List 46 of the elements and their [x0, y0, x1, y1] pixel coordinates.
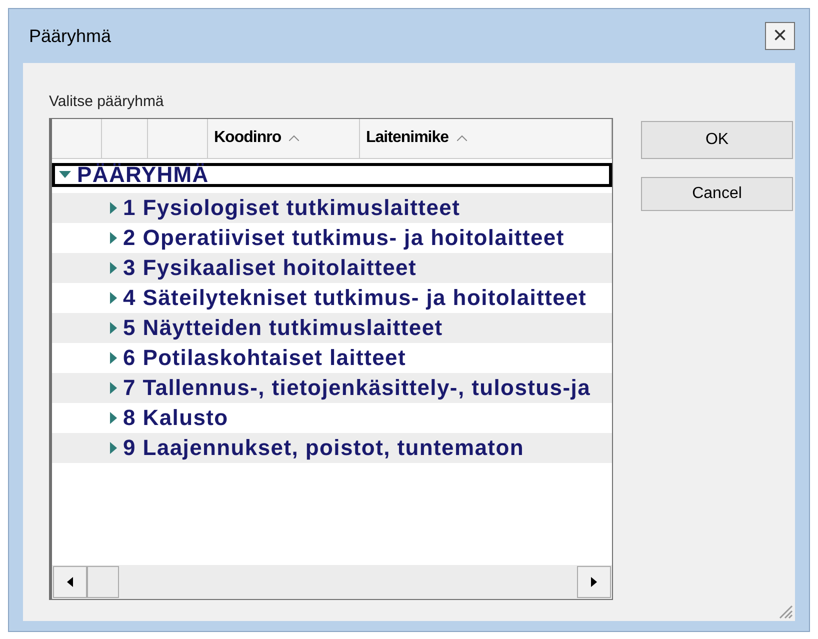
arrow-right-icon — [591, 576, 597, 586]
tree-row[interactable]: 2 Operatiiviset tutkimus- ja hoitolaitteet — [52, 222, 612, 252]
tree-row-label: 6 Potilaskohtaiset laitteet — [123, 346, 406, 368]
tree-row-label: PÄÄRYHMÄ — [77, 164, 209, 186]
tree-row-label: 9 Laajennukset, poistot, tuntematon — [123, 436, 524, 458]
tree-row[interactable]: 7 Tallennus-, tietojenkäsittely-, tulostus-ja — [52, 372, 612, 402]
column-header-label: Koodinro — [214, 128, 282, 148]
horizontal-scrollbar[interactable] — [52, 564, 612, 598]
caret-right-icon[interactable] — [110, 352, 117, 364]
caret-right-icon[interactable] — [110, 412, 117, 424]
tree-row[interactable]: 4 Säteilytekniset tutkimus- ja hoitolaitteet — [52, 282, 612, 312]
tree-row[interactable]: PÄÄRYHMÄ — [52, 162, 612, 186]
caret-right-icon[interactable] — [110, 292, 117, 304]
column-header-label: Laitenimike — [366, 128, 449, 148]
sort-icon — [456, 135, 467, 141]
tree-row[interactable]: 5 Näytteiden tutkimuslaitteet — [52, 312, 612, 342]
resize-grip-icon[interactable] — [777, 603, 793, 619]
tree-row-label: 2 Operatiiviset tutkimus- ja hoitolaitteet — [123, 226, 564, 248]
caret-down-icon[interactable] — [59, 170, 71, 178]
tree-row-label: 1 Fysiologiset tutkimuslaitteet — [123, 196, 460, 218]
tree-row-label: 8 Kalusto — [123, 406, 228, 428]
tree-row-label: 7 Tallennus-, tietojenkäsittely-, tulostus-ja — [123, 376, 591, 398]
caret-right-icon[interactable] — [110, 442, 117, 454]
caret-right-icon[interactable] — [110, 232, 117, 244]
dialog-button[interactable]: OK — [641, 121, 793, 159]
caret-right-icon[interactable] — [110, 382, 117, 394]
tree-row[interactable]: 1 Fysiologiset tutkimuslaitteet — [52, 192, 612, 222]
tree-row-label: 3 Fysikaaliset hoitolaitteet — [123, 256, 416, 278]
caret-right-icon[interactable] — [110, 202, 117, 214]
caret-right-icon[interactable] — [110, 262, 117, 274]
arrow-left-icon — [67, 576, 73, 586]
tree-row[interactable]: 9 Laajennukset, poistot, tuntematon — [52, 432, 612, 462]
column-header[interactable]: Koodinro — [208, 118, 360, 158]
group-label: Valitse pääryhmä — [49, 92, 165, 112]
close-button[interactable]: × — [765, 22, 795, 50]
dialog-button[interactable]: Cancel — [641, 177, 793, 211]
caret-right-icon[interactable] — [110, 322, 117, 334]
scroll-left-button[interactable] — [53, 566, 87, 598]
scroll-right-button[interactable] — [577, 566, 611, 598]
window-title: Pääryhmä — [28, 24, 112, 48]
column-header[interactable]: Laitenimike — [360, 118, 612, 158]
scroll-thumb[interactable] — [87, 566, 119, 598]
sort-icon — [289, 135, 300, 141]
tree-row-label: 5 Näytteiden tutkimuslaitteet — [123, 316, 443, 338]
tree-row-label: 4 Säteilytekniset tutkimus- ja hoitolaitteet — [123, 286, 587, 308]
tree-row[interactable]: 3 Fysikaaliset hoitolaitteet — [52, 252, 612, 282]
